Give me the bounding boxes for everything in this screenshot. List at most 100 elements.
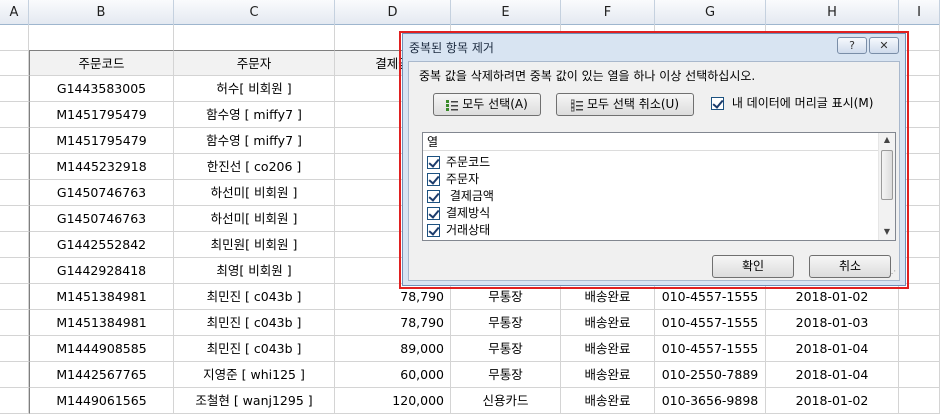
header-checkbox-label[interactable]: 내 데이터에 머리글 표시(M) [732,96,874,110]
table-cell[interactable]: 010-4557-1555 [655,336,766,362]
table-cell[interactable]: 010-4557-1555 [655,310,766,336]
grid-cell[interactable] [0,128,29,154]
table-cell[interactable]: M1442567765 [29,362,174,388]
table-cell[interactable]: 2018-01-04 [766,336,899,362]
table-cell[interactable]: M1445232918 [29,154,174,180]
table-cell[interactable]: 최민진 [ c043b ] [174,310,335,336]
table-cell[interactable]: 무통장 [451,362,561,388]
grid-cell[interactable] [0,180,29,206]
column-header-c[interactable]: C [174,0,335,25]
column-checkbox[interactable] [427,207,440,220]
grid-cell[interactable] [0,76,29,102]
table-cell[interactable]: M1451384981 [29,310,174,336]
table-cell[interactable]: 60,000 [335,362,451,388]
grid-cell[interactable] [0,206,29,232]
unselect-all-button[interactable]: 모두 선택 취소(U) [556,93,694,116]
column-header-h[interactable]: H [766,0,899,25]
table-cell[interactable]: 최민진 [ c043b ] [174,336,335,362]
list-item[interactable]: 주문자 [427,171,479,188]
grid-cell[interactable] [0,388,29,414]
grid-cell[interactable] [0,258,29,284]
column-header-e[interactable]: E [451,0,561,25]
list-item[interactable]: 결제방식 [427,205,490,222]
table-cell[interactable]: 함수영 [ miffy7 ] [174,102,335,128]
list-scrollbar[interactable]: ▲ ▼ [878,133,895,240]
list-item[interactable]: 주문코드 [427,154,490,171]
column-header-a[interactable]: A [0,0,29,25]
select-all-button[interactable]: 모두 선택(A) [433,93,541,116]
table-cell[interactable]: 010-3656-9898 [655,388,766,414]
table-cell[interactable]: 배송완료 [561,336,655,362]
table-cell[interactable]: 함수영 [ miffy7 ] [174,128,335,154]
column-header-b[interactable]: B [29,0,174,25]
grid-cell[interactable] [899,336,940,362]
resize-grip-icon[interactable]: ⋰ [888,269,898,279]
grid-cell[interactable] [0,284,29,310]
table-cell[interactable]: 배송완료 [561,310,655,336]
table-cell[interactable]: 신용카드 [451,388,561,414]
table-cell[interactable]: 2018-01-03 [766,310,899,336]
table-header-cell[interactable]: 주문코드 [29,50,174,76]
column-header-d[interactable]: D [335,0,451,25]
grid-cell[interactable] [0,25,29,51]
list-item[interactable]: 결제금액 [427,188,494,205]
column-checkbox[interactable] [427,190,440,203]
grid-cell[interactable] [899,310,940,336]
grid-cell[interactable] [0,362,29,388]
grid-cell[interactable] [174,25,335,51]
cancel-button[interactable]: 취소 [809,255,891,278]
table-cell[interactable]: M1451384981 [29,284,174,310]
table-cell[interactable]: 78,790 [335,310,451,336]
header-checkbox[interactable] [711,97,724,110]
table-cell[interactable]: 010-2550-7889 [655,362,766,388]
scroll-down-arrow-icon[interactable]: ▼ [879,225,895,239]
table-cell[interactable]: M1449061565 [29,388,174,414]
grid-cell[interactable] [29,25,174,51]
table-cell[interactable]: 배송완료 [561,388,655,414]
table-cell[interactable]: 89,000 [335,336,451,362]
table-cell[interactable]: 허수[ 비회원 ] [174,76,335,102]
grid-cell[interactable] [0,232,29,258]
list-item[interactable]: 거래상태 [427,222,490,239]
ok-button[interactable]: 확인 [712,255,794,278]
grid-cell[interactable] [0,50,29,76]
table-cell[interactable]: 최민원[ 비회원 ] [174,232,335,258]
table-cell[interactable]: 2018-01-04 [766,362,899,388]
scroll-up-arrow-icon[interactable]: ▲ [879,133,895,147]
table-cell[interactable]: 하선미[ 비회원 ] [174,206,335,232]
help-button[interactable]: ? [837,37,867,54]
grid-cell[interactable] [0,154,29,180]
table-cell[interactable]: M1451795479 [29,128,174,154]
table-cell[interactable]: 하선미[ 비회원 ] [174,180,335,206]
grid-cell[interactable] [0,336,29,362]
column-header-g[interactable]: G [655,0,766,25]
grid-cell[interactable] [0,310,29,336]
table-cell[interactable]: M1451795479 [29,102,174,128]
table-cell[interactable]: G1450746763 [29,206,174,232]
table-cell[interactable]: 무통장 [451,336,561,362]
table-cell[interactable]: 조철현 [ wanj1295 ] [174,388,335,414]
table-cell[interactable]: 한진선 [ co206 ] [174,154,335,180]
table-cell[interactable]: 배송완료 [561,362,655,388]
table-cell[interactable]: 지영준 [ whi125 ] [174,362,335,388]
grid-cell[interactable] [899,362,940,388]
column-checkbox[interactable] [427,173,440,186]
grid-cell[interactable] [0,102,29,128]
table-header-cell[interactable]: 주문자 [174,50,335,76]
table-cell[interactable]: 최민진 [ c043b ] [174,284,335,310]
table-cell[interactable]: G1443583005 [29,76,174,102]
column-checkbox[interactable] [427,224,440,237]
column-checkbox[interactable] [427,156,440,169]
table-cell[interactable]: G1450746763 [29,180,174,206]
column-header-f[interactable]: F [561,0,655,25]
table-cell[interactable]: 무통장 [451,310,561,336]
table-cell[interactable]: 120,000 [335,388,451,414]
table-cell[interactable]: G1442928418 [29,258,174,284]
grid-cell[interactable] [899,388,940,414]
close-button[interactable]: ✕ [869,37,899,54]
scrollbar-thumb[interactable] [881,150,893,200]
table-cell[interactable]: 최영[ 비회원 ] [174,258,335,284]
column-header-i[interactable]: I [899,0,940,25]
table-cell[interactable]: M1444908585 [29,336,174,362]
table-cell[interactable]: G1442552842 [29,232,174,258]
